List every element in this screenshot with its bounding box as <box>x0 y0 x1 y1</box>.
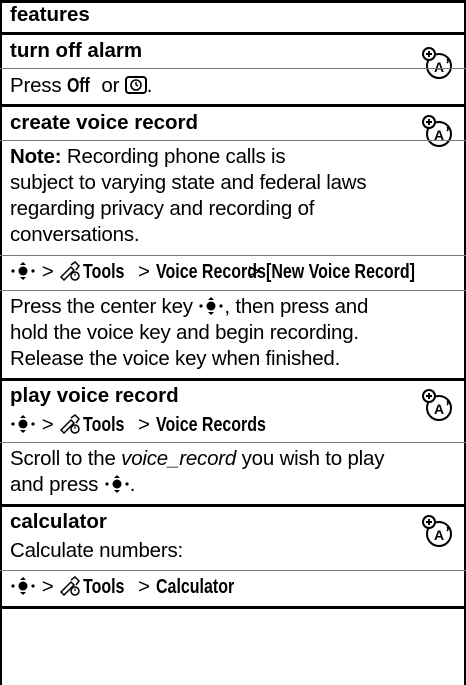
section-subdivider <box>0 68 466 69</box>
table-header: features <box>10 3 90 26</box>
network-feature-icon: A <box>422 389 452 421</box>
section-title-calculator: calculator <box>10 510 107 533</box>
tools-icon <box>60 414 81 434</box>
menu-path-tail: > Voice Records <box>138 413 266 436</box>
instruction-line: hold the voice key and begin recording. <box>10 321 359 344</box>
note-line: subject to varying state and federal law… <box>10 171 367 194</box>
off-key-label: Off <box>66 74 90 97</box>
section-divider <box>0 378 466 381</box>
nav-key-icon <box>11 262 35 280</box>
calculator-body: Calculate numbers: <box>10 539 184 562</box>
network-feature-icon: A <box>422 515 452 547</box>
header-divider <box>0 32 466 35</box>
note-line: Note: Recording phone calls is <box>10 145 286 168</box>
menu-path-tail: > Calculator <box>138 575 234 598</box>
section-subdivider <box>0 570 466 571</box>
section-title-play-voice-record: play voice record <box>10 384 179 407</box>
nav-key-icon <box>199 297 223 315</box>
nav-key-icon <box>11 577 35 595</box>
menu-path-voice-records: > Tools <box>10 412 137 438</box>
section-subdivider <box>0 140 466 141</box>
section-divider <box>0 504 466 507</box>
section-subdivider <box>0 442 466 443</box>
network-feature-icon: A <box>422 47 452 79</box>
scroll-line: Scroll to the voice_record you wish to p… <box>10 447 385 470</box>
nav-key-icon <box>11 415 35 433</box>
menu-path-new-voice-record: > Tools <box>10 259 137 285</box>
scroll-line: and press . <box>10 473 136 496</box>
svg-text:A: A <box>434 59 444 75</box>
instruction-line: Release the voice key when finished. <box>10 347 341 370</box>
tools-icon <box>60 576 81 596</box>
note-line: conversations. <box>10 223 140 246</box>
tools-icon <box>60 261 81 281</box>
table-left-border <box>0 0 2 685</box>
section-subdivider <box>0 290 466 291</box>
section-body-turn-off-alarm: Press Off or . <box>10 74 153 97</box>
feature-table: features turn off alarm A Press Off or .… <box>0 0 466 685</box>
svg-text:A: A <box>434 527 444 543</box>
section-title-turn-off-alarm: turn off alarm <box>10 39 143 62</box>
table-bottom-border <box>0 606 466 609</box>
section-title-create-voice-record: create voice record <box>10 111 199 134</box>
section-subdivider <box>0 255 466 256</box>
nav-key-icon <box>105 475 129 493</box>
svg-text:A: A <box>434 401 444 417</box>
menu-path-end: > [New Voice Record] <box>248 260 415 283</box>
menu-path-calculator: > Tools <box>10 574 137 600</box>
instruction-line: Press the center key , then press and <box>10 295 369 318</box>
clock-key-icon <box>124 76 147 94</box>
note-line: regarding privacy and recording of <box>10 197 315 220</box>
network-feature-icon: A <box>422 115 452 147</box>
section-divider <box>0 104 466 107</box>
